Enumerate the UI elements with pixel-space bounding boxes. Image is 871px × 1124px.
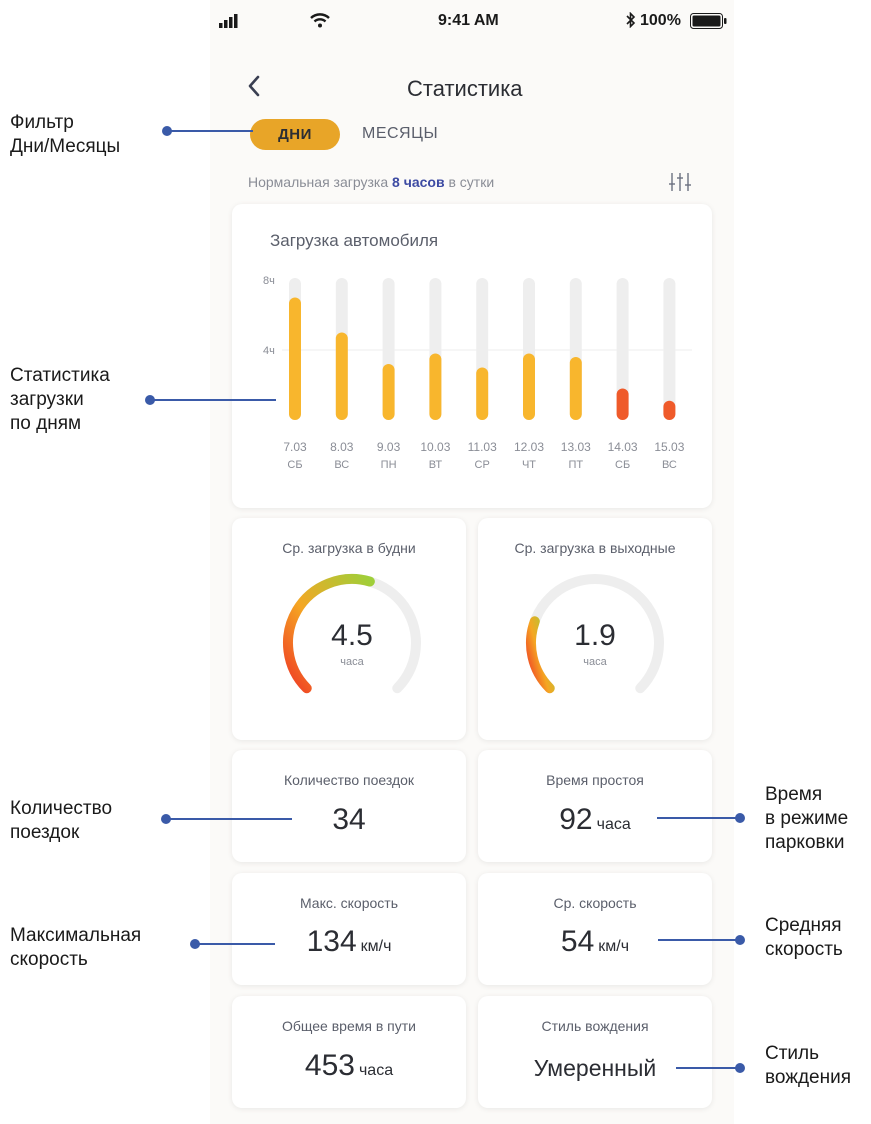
- trips-value-line: 34: [232, 803, 466, 837]
- x-tick-weekday: СБ: [287, 459, 302, 471]
- tab-months[interactable]: МЕСЯЦЫ: [362, 125, 438, 143]
- x-tick-date: 8.03: [330, 440, 354, 454]
- bar-9.03[interactable]: [382, 364, 395, 420]
- max-speed-title: Макс. скорость: [299, 895, 398, 911]
- bar-12.03[interactable]: [523, 353, 535, 421]
- idle-title: Время простоя: [546, 772, 644, 788]
- normal-load-value: 8 часов: [392, 174, 445, 190]
- x-tick-date: 15.03: [654, 440, 684, 454]
- trips-title: Количество поездок: [283, 772, 415, 788]
- x-tick-date: 7.03: [283, 440, 307, 454]
- x-tick-weekday: СР: [475, 459, 490, 471]
- weekend-load-value: 1.9: [574, 619, 616, 652]
- weekend-load-title: Ср. загрузка в выходные: [514, 540, 676, 556]
- bluetooth-icon: [626, 11, 636, 29]
- bar-14.03[interactable]: [616, 388, 629, 421]
- annotation-avg-speed-dot: [735, 935, 745, 945]
- back-button[interactable]: [247, 74, 267, 104]
- x-tick-weekday: ЧТ: [522, 459, 536, 471]
- annotation-style-dot: [735, 1063, 745, 1073]
- driving-style-title: Стиль вождения: [541, 1018, 649, 1034]
- weekend-load-unit: часа: [583, 656, 607, 668]
- bar-11.03[interactable]: [476, 367, 489, 421]
- x-tick-date: 11.03: [468, 440, 497, 454]
- page-title: Статистика: [407, 76, 523, 101]
- annotation-avg-speed-line: [658, 939, 740, 941]
- wifi-icon: [309, 12, 331, 28]
- annotation-avg-speed: Средняя скорость: [765, 915, 843, 960]
- annotation-daily-stats-dot: [145, 395, 155, 405]
- annotation-max-speed: Максимальная скорость: [10, 925, 142, 970]
- y-tick-label: 8ч: [263, 275, 275, 287]
- bar-7.03[interactable]: [289, 297, 301, 421]
- total-time-value: 453: [304, 1049, 355, 1082]
- max-speed-value-line: 134 км/ч: [232, 925, 466, 959]
- annotation-parking: Время в режиме парковки: [765, 784, 849, 853]
- avg-speed-value-line: 54 км/ч: [478, 925, 712, 959]
- annotation-max-speed-dot: [190, 939, 200, 949]
- x-tick-weekday: ПТ: [568, 459, 583, 471]
- annotation-daily-stats-line: [150, 399, 276, 401]
- avg-speed-value: 54: [560, 925, 595, 958]
- total-time-title: Общее время в пути: [282, 1018, 416, 1034]
- total-time-unit: часа: [358, 1062, 394, 1079]
- bar-15.03[interactable]: [663, 400, 676, 420]
- x-tick-weekday: ВТ: [429, 459, 443, 471]
- annotation-style-line: [676, 1067, 740, 1069]
- x-tick-date: 14.03: [608, 440, 638, 454]
- y-tick-label: 4ч: [263, 345, 275, 357]
- max-speed-value: 134: [306, 925, 357, 958]
- battery-percent: 100%: [640, 12, 681, 29]
- signal-icon: [219, 14, 241, 28]
- x-tick-weekday: ВС: [334, 459, 349, 471]
- bar-8.03[interactable]: [335, 332, 348, 421]
- idle-value: 92: [559, 803, 593, 836]
- annotation-daily-stats: Статистика загрузки по дням: [10, 365, 110, 434]
- bar-track: [663, 278, 676, 420]
- x-tick-weekday: ВС: [662, 459, 677, 471]
- status-time: 9:41 AM: [438, 12, 499, 29]
- trips-value: 34: [332, 803, 366, 836]
- annotation-max-speed-line: [195, 943, 275, 945]
- idle-value-line: 92 часа: [478, 803, 712, 837]
- x-tick-date: 10.03: [420, 440, 450, 454]
- settings-sliders-icon[interactable]: [668, 170, 692, 194]
- annotation-filter-line: [167, 130, 253, 132]
- max-speed-unit: км/ч: [360, 938, 392, 955]
- avg-speed-unit: км/ч: [598, 938, 630, 955]
- chevron-left-icon: [248, 75, 260, 97]
- x-tick-date: 12.03: [514, 440, 544, 454]
- normal-load-prefix: Нормальная загрузка: [248, 174, 389, 190]
- x-tick-date: 9.03: [377, 440, 401, 454]
- avg-speed-title: Ср. скорость: [553, 895, 637, 911]
- annotation-trips: Количество поездок: [10, 798, 113, 843]
- bar-13.03[interactable]: [569, 357, 582, 420]
- total-time-value-line: 453 часа: [232, 1049, 466, 1083]
- annotation-filter-dot: [162, 126, 172, 136]
- annotation-style: Стиль вождения: [765, 1043, 851, 1088]
- x-tick-weekday: ПН: [381, 459, 397, 471]
- tab-days[interactable]: ДНИ: [250, 119, 340, 150]
- annotation-parking-line: [657, 817, 740, 819]
- annotation-trips-line: [166, 818, 292, 820]
- weekday-load-unit: часа: [340, 656, 364, 668]
- normal-load-text: Нормальная загрузка 8 часов в сутки: [248, 174, 494, 190]
- normal-load-suffix: в сутки: [448, 174, 495, 190]
- annotation-trips-dot: [161, 814, 171, 824]
- x-tick-date: 13.03: [561, 440, 591, 454]
- weekday-load-title: Ср. загрузка в будни: [282, 540, 416, 556]
- weekday-load-value: 4.5: [331, 619, 373, 652]
- idle-unit: часа: [596, 816, 631, 833]
- bar-10.03[interactable]: [429, 353, 442, 421]
- driving-style-card: [478, 996, 712, 1108]
- load-bar-chart: 8ч 4ч 7.03 СБ 8.03 ВС 9.03 ПН 10.03 ВТ 11.03 СР 12.0…: [263, 275, 692, 471]
- annotation-parking-dot: [735, 813, 745, 823]
- annotation-filter: Фильтр Дни/Месяцы: [10, 112, 121, 157]
- battery-icon: [690, 13, 728, 29]
- x-tick-weekday: СБ: [615, 459, 630, 471]
